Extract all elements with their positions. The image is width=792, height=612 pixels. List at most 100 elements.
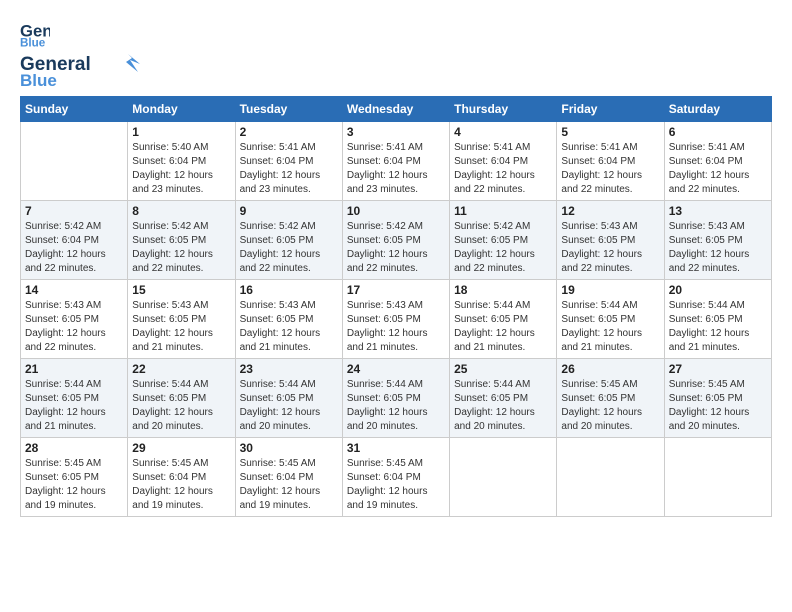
day-info: Sunrise: 5:42 AM Sunset: 6:05 PM Dayligh…: [132, 220, 230, 276]
day-number: 27: [669, 362, 767, 376]
day-number: 10: [347, 204, 445, 218]
day-info: Sunrise: 5:43 AM Sunset: 6:05 PM Dayligh…: [669, 220, 767, 276]
day-info: Sunrise: 5:43 AM Sunset: 6:05 PM Dayligh…: [25, 299, 123, 355]
day-info: Sunrise: 5:40 AM Sunset: 6:04 PM Dayligh…: [132, 141, 230, 197]
calendar-cell: 16Sunrise: 5:43 AM Sunset: 6:05 PM Dayli…: [235, 280, 342, 359]
calendar-cell: [664, 438, 771, 517]
day-info: Sunrise: 5:42 AM Sunset: 6:05 PM Dayligh…: [347, 220, 445, 276]
weekday-header-tuesday: Tuesday: [235, 97, 342, 122]
calendar-week-1: 1 Sunrise: 5:40 AM Sunset: 6:04 PM Daylig…: [21, 122, 772, 201]
calendar-cell: 30Sunrise: 5:45 AM Sunset: 6:04 PM Dayli…: [235, 438, 342, 517]
day-info: Sunrise: 5:44 AM Sunset: 6:05 PM Dayligh…: [454, 378, 552, 434]
day-info: Sunrise: 5:45 AM Sunset: 6:05 PM Dayligh…: [669, 378, 767, 434]
calendar-week-2: 7Sunrise: 5:42 AM Sunset: 6:04 PM Daylig…: [21, 201, 772, 280]
day-number: 21: [25, 362, 123, 376]
day-number: 17: [347, 283, 445, 297]
calendar-cell: 11 Sunrise: 5:42 AM Sunset: 6:05 PM Dayli…: [450, 201, 557, 280]
day-number: 13: [669, 204, 767, 218]
day-number: 20: [669, 283, 767, 297]
day-info: Sunrise: 5:41 AM Sunset: 6:04 PM Dayligh…: [669, 141, 767, 197]
calendar-cell: 23 Sunrise: 5:44 AM Sunset: 6:05 PM Dayli…: [235, 359, 342, 438]
calendar-cell: 26 Sunrise: 5:45 AM Sunset: 6:05 PM Dayli…: [557, 359, 664, 438]
calendar-cell: 31 Sunrise: 5:45 AM Sunset: 6:04 PM Dayli…: [342, 438, 449, 517]
calendar-week-4: 21 Sunrise: 5:44 AM Sunset: 6:05 PM Dayli…: [21, 359, 772, 438]
day-info: Sunrise: 5:44 AM Sunset: 6:05 PM Dayligh…: [454, 299, 552, 355]
day-info: Sunrise: 5:41 AM Sunset: 6:04 PM Dayligh…: [347, 141, 445, 197]
day-info: Sunrise: 5:42 AM Sunset: 6:04 PM Dayligh…: [25, 220, 123, 276]
day-number: 6: [669, 125, 767, 139]
day-number: 12: [561, 204, 659, 218]
calendar-cell: 14 Sunrise: 5:43 AM Sunset: 6:05 PM Dayli…: [21, 280, 128, 359]
day-number: 5: [561, 125, 659, 139]
calendar-cell: 6 Sunrise: 5:41 AM Sunset: 6:04 PM Daylig…: [664, 122, 771, 201]
calendar-cell: 9 Sunrise: 5:42 AM Sunset: 6:05 PM Daylig…: [235, 201, 342, 280]
svg-text:Blue: Blue: [20, 71, 57, 88]
logo-full-icon: General Blue: [20, 50, 140, 88]
day-number: 19: [561, 283, 659, 297]
calendar-cell: [450, 438, 557, 517]
day-info: Sunrise: 5:42 AM Sunset: 6:05 PM Dayligh…: [240, 220, 338, 276]
day-info: Sunrise: 5:45 AM Sunset: 6:05 PM Dayligh…: [25, 457, 123, 513]
day-info: Sunrise: 5:44 AM Sunset: 6:05 PM Dayligh…: [240, 378, 338, 434]
day-info: Sunrise: 5:45 AM Sunset: 6:05 PM Dayligh…: [561, 378, 659, 434]
calendar-cell: 15Sunrise: 5:43 AM Sunset: 6:05 PM Dayli…: [128, 280, 235, 359]
day-number: 11: [454, 204, 552, 218]
calendar-cell: 21 Sunrise: 5:44 AM Sunset: 6:05 PM Dayli…: [21, 359, 128, 438]
calendar-cell: 18Sunrise: 5:44 AM Sunset: 6:05 PM Dayli…: [450, 280, 557, 359]
svg-text:Blue: Blue: [20, 36, 46, 48]
calendar-cell: 7Sunrise: 5:42 AM Sunset: 6:04 PM Daylig…: [21, 201, 128, 280]
day-info: Sunrise: 5:45 AM Sunset: 6:04 PM Dayligh…: [240, 457, 338, 513]
calendar-cell: 28Sunrise: 5:45 AM Sunset: 6:05 PM Dayli…: [21, 438, 128, 517]
calendar-cell: 12Sunrise: 5:43 AM Sunset: 6:05 PM Dayli…: [557, 201, 664, 280]
logo-icon: General Blue: [20, 18, 50, 48]
day-info: Sunrise: 5:44 AM Sunset: 6:05 PM Dayligh…: [669, 299, 767, 355]
calendar-cell: 5Sunrise: 5:41 AM Sunset: 6:04 PM Daylig…: [557, 122, 664, 201]
day-number: 22: [132, 362, 230, 376]
calendar-cell: 20 Sunrise: 5:44 AM Sunset: 6:05 PM Dayli…: [664, 280, 771, 359]
day-info: Sunrise: 5:44 AM Sunset: 6:05 PM Dayligh…: [347, 378, 445, 434]
day-info: Sunrise: 5:42 AM Sunset: 6:05 PM Dayligh…: [454, 220, 552, 276]
day-number: 25: [454, 362, 552, 376]
weekday-header-row: SundayMondayTuesdayWednesdayThursdayFrid…: [21, 97, 772, 122]
calendar-cell: 8 Sunrise: 5:42 AM Sunset: 6:05 PM Daylig…: [128, 201, 235, 280]
day-number: 26: [561, 362, 659, 376]
day-number: 23: [240, 362, 338, 376]
calendar-cell: 3Sunrise: 5:41 AM Sunset: 6:04 PM Daylig…: [342, 122, 449, 201]
calendar-cell: 27 Sunrise: 5:45 AM Sunset: 6:05 PM Dayli…: [664, 359, 771, 438]
day-number: 1: [132, 125, 230, 139]
calendar-cell: 19Sunrise: 5:44 AM Sunset: 6:05 PM Dayli…: [557, 280, 664, 359]
calendar-cell: 4Sunrise: 5:41 AM Sunset: 6:04 PM Daylig…: [450, 122, 557, 201]
day-info: Sunrise: 5:43 AM Sunset: 6:05 PM Dayligh…: [347, 299, 445, 355]
weekday-header-thursday: Thursday: [450, 97, 557, 122]
calendar-cell: 13 Sunrise: 5:43 AM Sunset: 6:05 PM Dayli…: [664, 201, 771, 280]
calendar-cell: 22 Sunrise: 5:44 AM Sunset: 6:05 PM Dayli…: [128, 359, 235, 438]
day-info: Sunrise: 5:44 AM Sunset: 6:05 PM Dayligh…: [132, 378, 230, 434]
day-number: 8: [132, 204, 230, 218]
calendar-cell: 17 Sunrise: 5:43 AM Sunset: 6:05 PM Dayli…: [342, 280, 449, 359]
day-number: 9: [240, 204, 338, 218]
page: General Blue General Blue SundayMondayTu…: [0, 0, 792, 527]
calendar-cell: 10 Sunrise: 5:42 AM Sunset: 6:05 PM Dayli…: [342, 201, 449, 280]
day-number: 14: [25, 283, 123, 297]
calendar-cell: [557, 438, 664, 517]
header: General Blue General Blue: [20, 18, 772, 88]
calendar-week-5: 28Sunrise: 5:45 AM Sunset: 6:05 PM Dayli…: [21, 438, 772, 517]
day-number: 16: [240, 283, 338, 297]
day-number: 24: [347, 362, 445, 376]
calendar-cell: 2 Sunrise: 5:41 AM Sunset: 6:04 PM Daylig…: [235, 122, 342, 201]
day-info: Sunrise: 5:45 AM Sunset: 6:04 PM Dayligh…: [132, 457, 230, 513]
day-number: 2: [240, 125, 338, 139]
calendar-cell: [21, 122, 128, 201]
calendar-table: SundayMondayTuesdayWednesdayThursdayFrid…: [20, 96, 772, 517]
day-number: 15: [132, 283, 230, 297]
calendar-week-3: 14 Sunrise: 5:43 AM Sunset: 6:05 PM Dayli…: [21, 280, 772, 359]
day-number: 31: [347, 441, 445, 455]
weekday-header-friday: Friday: [557, 97, 664, 122]
logo: General Blue General Blue: [20, 18, 140, 88]
day-info: Sunrise: 5:44 AM Sunset: 6:05 PM Dayligh…: [25, 378, 123, 434]
day-info: Sunrise: 5:41 AM Sunset: 6:04 PM Dayligh…: [240, 141, 338, 197]
day-number: 29: [132, 441, 230, 455]
day-info: Sunrise: 5:45 AM Sunset: 6:04 PM Dayligh…: [347, 457, 445, 513]
day-info: Sunrise: 5:41 AM Sunset: 6:04 PM Dayligh…: [454, 141, 552, 197]
weekday-header-monday: Monday: [128, 97, 235, 122]
